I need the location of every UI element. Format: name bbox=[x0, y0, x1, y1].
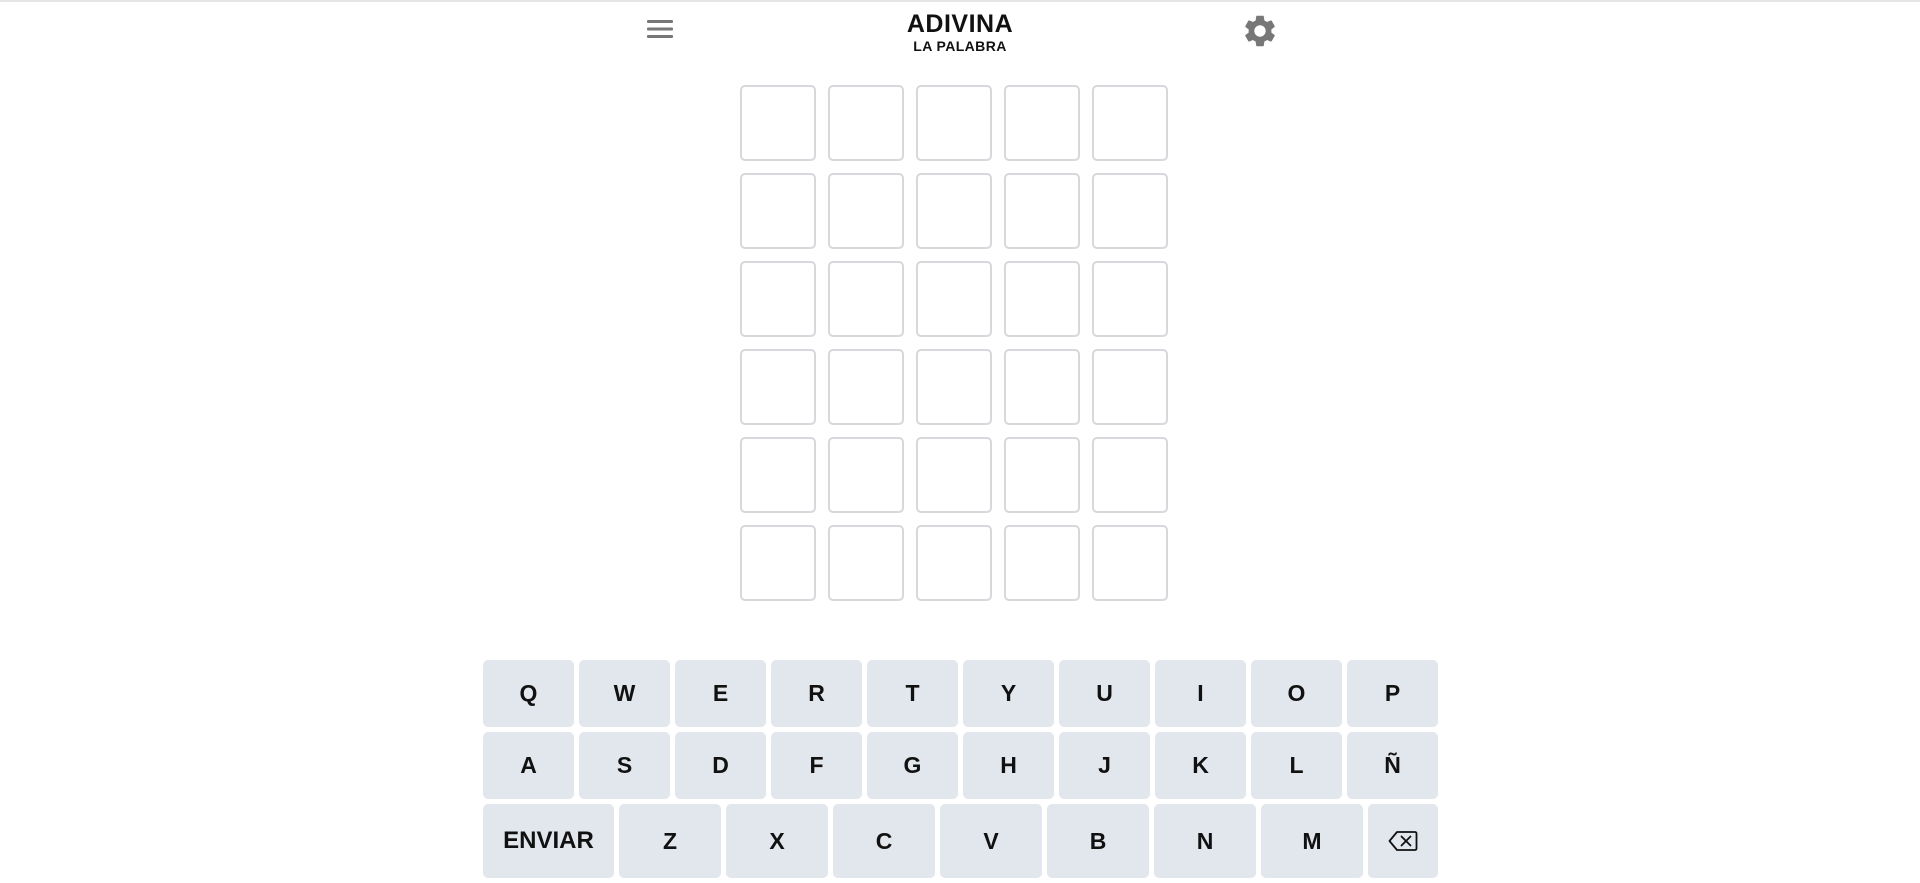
letter-tile bbox=[740, 525, 816, 601]
board-row bbox=[740, 85, 1176, 161]
letter-tile bbox=[1004, 261, 1080, 337]
key-f[interactable]: F bbox=[771, 732, 862, 799]
key-enye[interactable]: Ñ bbox=[1347, 732, 1438, 799]
app-header: ADIVINA LA PALABRA bbox=[0, 0, 1920, 60]
key-v[interactable]: V bbox=[940, 804, 1042, 878]
letter-tile bbox=[1092, 349, 1168, 425]
key-g[interactable]: G bbox=[867, 732, 958, 799]
letter-tile bbox=[740, 437, 816, 513]
key-i[interactable]: I bbox=[1155, 660, 1246, 727]
key-q[interactable]: Q bbox=[483, 660, 574, 727]
key-a[interactable]: A bbox=[483, 732, 574, 799]
app-title: ADIVINA LA PALABRA bbox=[860, 10, 1060, 54]
game-board bbox=[740, 85, 1176, 613]
key-n[interactable]: N bbox=[1154, 804, 1256, 878]
letter-tile bbox=[828, 349, 904, 425]
key-c[interactable]: C bbox=[833, 804, 935, 878]
letter-tile bbox=[916, 261, 992, 337]
page-title: ADIVINA bbox=[906, 10, 1014, 38]
key-w[interactable]: W bbox=[579, 660, 670, 727]
on-screen-keyboard: Q W E R T Y U I O P A S D F G H J K L Ñ … bbox=[483, 660, 1439, 883]
key-p[interactable]: P bbox=[1347, 660, 1438, 727]
letter-tile bbox=[828, 261, 904, 337]
letter-tile bbox=[1092, 261, 1168, 337]
key-e[interactable]: E bbox=[675, 660, 766, 727]
backspace-key[interactable] bbox=[1368, 804, 1438, 878]
letter-tile bbox=[1092, 437, 1168, 513]
key-d[interactable]: D bbox=[675, 732, 766, 799]
key-m[interactable]: M bbox=[1261, 804, 1363, 878]
menu-button[interactable] bbox=[645, 16, 675, 42]
letter-tile bbox=[1004, 173, 1080, 249]
board-row bbox=[740, 437, 1176, 513]
keyboard-row-2: A S D F G H J K L Ñ bbox=[483, 732, 1439, 799]
key-h[interactable]: H bbox=[963, 732, 1054, 799]
letter-tile bbox=[740, 349, 816, 425]
key-o[interactable]: O bbox=[1251, 660, 1342, 727]
board-row bbox=[740, 349, 1176, 425]
letter-tile bbox=[916, 349, 992, 425]
letter-tile bbox=[1004, 85, 1080, 161]
key-u[interactable]: U bbox=[1059, 660, 1150, 727]
letter-tile bbox=[740, 85, 816, 161]
board-row bbox=[740, 173, 1176, 249]
letter-tile bbox=[740, 261, 816, 337]
keyboard-row-1: Q W E R T Y U I O P bbox=[483, 660, 1439, 727]
letter-tile bbox=[1004, 349, 1080, 425]
backspace-icon bbox=[1388, 831, 1418, 851]
key-z[interactable]: Z bbox=[619, 804, 721, 878]
key-r[interactable]: R bbox=[771, 660, 862, 727]
gear-icon bbox=[1245, 15, 1275, 47]
board-row bbox=[740, 261, 1176, 337]
key-s[interactable]: S bbox=[579, 732, 670, 799]
page-subtitle: LA PALABRA bbox=[913, 38, 1007, 54]
key-b[interactable]: B bbox=[1047, 804, 1149, 878]
letter-tile bbox=[1004, 437, 1080, 513]
key-j[interactable]: J bbox=[1059, 732, 1150, 799]
letter-tile bbox=[1092, 85, 1168, 161]
settings-button[interactable] bbox=[1241, 12, 1279, 50]
key-l[interactable]: L bbox=[1251, 732, 1342, 799]
letter-tile bbox=[828, 525, 904, 601]
board-row bbox=[740, 525, 1176, 601]
letter-tile bbox=[916, 173, 992, 249]
letter-tile bbox=[1092, 525, 1168, 601]
letter-tile bbox=[1092, 173, 1168, 249]
letter-tile bbox=[828, 437, 904, 513]
key-k[interactable]: K bbox=[1155, 732, 1246, 799]
enter-key[interactable]: ENVIAR bbox=[483, 804, 614, 878]
letter-tile bbox=[916, 525, 992, 601]
letter-tile bbox=[1004, 525, 1080, 601]
hamburger-menu-icon bbox=[647, 20, 673, 38]
key-x[interactable]: X bbox=[726, 804, 828, 878]
key-t[interactable]: T bbox=[867, 660, 958, 727]
letter-tile bbox=[740, 173, 816, 249]
letter-tile bbox=[916, 437, 992, 513]
letter-tile bbox=[916, 85, 992, 161]
key-y[interactable]: Y bbox=[963, 660, 1054, 727]
letter-tile bbox=[828, 173, 904, 249]
keyboard-row-3: ENVIAR Z X C V B N M bbox=[483, 804, 1439, 878]
letter-tile bbox=[828, 85, 904, 161]
